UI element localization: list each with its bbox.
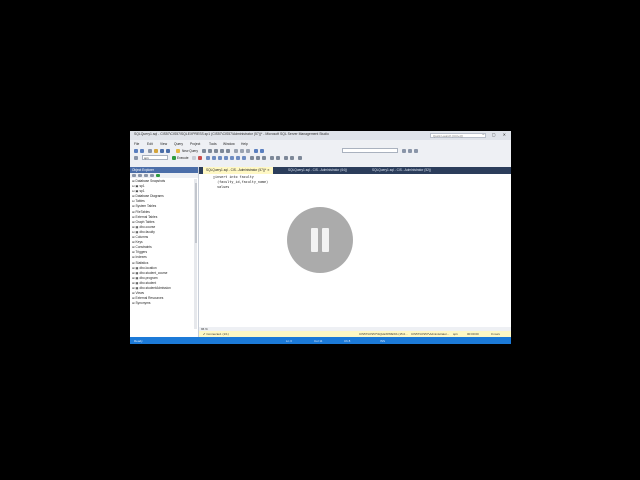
database-name: sp1 <box>453 331 458 336</box>
object-explorer: Object Explorer ⊞ Database Snapshots ⊟ ▣… <box>130 167 199 337</box>
query-editor[interactable]: □insert into faculty (faculty_id,faculty… <box>199 174 511 327</box>
query-options-icon[interactable] <box>218 155 222 160</box>
window-title: SQLQuery1.sql - CIS57\CIS57\SQLEXPRESS.s… <box>134 132 329 136</box>
connection-status: ✔ Connected. (1/1) <box>203 331 229 336</box>
find-icon[interactable] <box>402 148 406 153</box>
forward-icon[interactable] <box>140 148 144 153</box>
execute-button[interactable]: Execute <box>177 156 189 160</box>
db-engine-query-icon[interactable] <box>202 148 206 153</box>
live-stats-icon[interactable] <box>236 155 240 160</box>
database-combo[interactable]: sp1 <box>142 155 168 160</box>
line-number: Ln 3 <box>286 338 292 343</box>
menu-query[interactable]: Query <box>174 142 183 146</box>
estimated-plan-icon[interactable] <box>212 155 216 160</box>
window-buttons[interactable]: − ▢ ✕ <box>482 132 509 137</box>
paste-icon[interactable] <box>246 148 250 153</box>
insert-mode: INS <box>380 338 386 343</box>
cancel-query-icon[interactable] <box>198 155 202 160</box>
comment-icon[interactable] <box>270 155 274 160</box>
xmla-query-icon[interactable] <box>220 148 224 153</box>
sql-editor-toolbar: sp1 Execute <box>130 154 511 161</box>
stop-icon[interactable] <box>144 173 148 177</box>
column-number: Col 11 <box>314 338 323 343</box>
actual-plan-icon[interactable] <box>230 155 234 160</box>
redo-icon[interactable] <box>260 148 264 153</box>
connect-icon[interactable] <box>132 173 136 177</box>
menu-project[interactable]: Project <box>190 142 200 146</box>
menu-file[interactable]: File <box>134 142 139 146</box>
row-count: 0 rows <box>491 331 500 336</box>
object-explorer-title: Object Explorer <box>132 168 154 172</box>
intellisense-icon[interactable] <box>224 155 228 160</box>
scrollbar-thumb[interactable] <box>194 183 197 243</box>
dmx-query-icon[interactable] <box>214 148 218 153</box>
menu-view[interactable]: View <box>160 142 167 146</box>
ready-status: Ready <box>134 338 143 343</box>
char-number: Ch 8 <box>344 338 351 343</box>
filter-icon[interactable] <box>150 173 154 177</box>
client-stats-icon[interactable] <box>242 155 246 160</box>
document-tabs: SQLQuery1.sql - CIS...Administrator (57)… <box>199 167 511 174</box>
results-file-icon[interactable] <box>262 155 266 160</box>
indent-icon[interactable] <box>284 155 288 160</box>
disconnect-icon[interactable] <box>138 173 142 177</box>
uncomment-icon[interactable] <box>276 155 280 160</box>
connect-icon[interactable] <box>134 155 138 160</box>
title-bar: SQLQuery1.sql - CIS57\CIS57\SQLEXPRESS.s… <box>130 131 511 140</box>
results-text-icon[interactable] <box>250 155 254 160</box>
outdent-icon[interactable] <box>290 155 294 160</box>
copy-icon[interactable] <box>240 148 244 153</box>
execute-icon[interactable] <box>172 155 176 160</box>
specify-values-icon[interactable] <box>298 155 302 160</box>
app-status-bar: Ready Ln 3 Col 11 Ch 8 INS <box>130 337 511 344</box>
tab-sqlquery-52[interactable]: SQLQuery1.sql - CIS...Administrator (52)… <box>369 167 434 174</box>
menu-edit[interactable]: Edit <box>147 142 153 146</box>
pause-bar-left <box>311 228 318 252</box>
tab-sqlquery-64[interactable]: SQLQuery1.sql - CIS...Administrator (64)… <box>285 167 350 174</box>
elapsed-time: 00:00:00 <box>467 331 479 336</box>
save-all-icon[interactable] <box>166 148 170 153</box>
save-icon[interactable] <box>160 148 164 153</box>
menu-tools[interactable]: Tools <box>209 142 217 146</box>
query-text[interactable]: □insert into faculty (faculty_id,faculty… <box>213 175 268 190</box>
new-project-icon[interactable] <box>148 148 152 153</box>
toolbox-icon[interactable] <box>414 148 418 153</box>
menu-bar: File Edit View Query Project Tools Windo… <box>130 140 511 147</box>
solution-config-combo[interactable] <box>342 148 398 153</box>
object-tree: ⊞ Database Snapshots ⊟ ▣ sp1 ⊟ ▣ sp1 ⊞ D… <box>132 179 171 306</box>
user-name: CIS57\CIS57\Administrator... <box>411 331 450 336</box>
menu-window[interactable]: Window <box>223 142 235 146</box>
object-explorer-toolbar <box>130 173 198 178</box>
refresh-icon[interactable] <box>156 173 160 177</box>
debug-icon[interactable] <box>192 155 196 160</box>
results-grid-icon[interactable] <box>256 155 260 160</box>
standard-toolbar: New Query <box>130 147 511 154</box>
mdx-query-icon[interactable] <box>208 148 212 153</box>
pause-bar-right <box>322 228 329 252</box>
quick-launch-input[interactable]: Quick Launch (Ctrl+Q) <box>430 132 486 138</box>
undo-icon[interactable] <box>254 148 258 153</box>
pause-icon[interactable] <box>287 207 353 273</box>
cut-icon[interactable] <box>234 148 238 153</box>
new-query-icon[interactable] <box>176 148 180 153</box>
object-explorer-scrollbar[interactable] <box>194 179 197 329</box>
parse-icon[interactable] <box>206 155 210 160</box>
server-name: CIS57\CIS57\SQLEXPRESS (15.0... <box>359 331 408 336</box>
new-query-button[interactable]: New Query <box>182 149 198 153</box>
das-query-icon[interactable] <box>226 148 230 153</box>
menu-help[interactable]: Help <box>241 142 248 146</box>
tree-item[interactable]: ⊞ Synonyms <box>132 301 171 306</box>
open-icon[interactable] <box>154 148 158 153</box>
properties-icon[interactable] <box>408 148 412 153</box>
tab-sqlquery-57[interactable]: SQLQuery1.sql - CIS...Administrator (57)… <box>203 167 273 174</box>
back-icon[interactable] <box>134 148 138 153</box>
